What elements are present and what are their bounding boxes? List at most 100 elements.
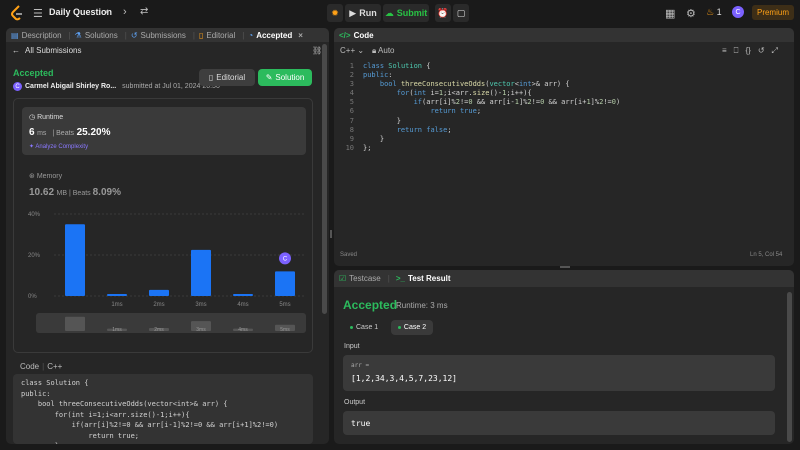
user-avatar[interactable]: C xyxy=(732,6,744,18)
test-scrollbar[interactable] xyxy=(787,292,792,442)
x-tick-label: 3ms xyxy=(195,302,206,308)
braces-icon[interactable]: {} xyxy=(745,46,750,56)
horizontal-resize-handle[interactable] xyxy=(560,266,570,268)
case-tab-1[interactable]: Case 1 xyxy=(346,320,382,335)
navigator-bar xyxy=(65,316,85,331)
code-toolbar: C++ ⌄ 🔒︎ Auto ≡ ⎕ {} ↺ ⤢ xyxy=(334,42,794,59)
line-numbers: 1 2 3 4 5 6 7 8 9 10 xyxy=(345,62,354,152)
cursor-position: Ln 5, Col 54 xyxy=(750,252,783,258)
leetcode-logo-icon[interactable] xyxy=(10,5,24,21)
submitted-code-header: Code | C++ xyxy=(20,362,63,371)
output-value: true xyxy=(351,419,371,428)
y-tick-label: 20% xyxy=(28,253,41,259)
post-solution-button[interactable]: ✎ Solution xyxy=(258,69,312,86)
code-icon: </> xyxy=(339,30,351,40)
x-tick-label: 2ms xyxy=(153,302,164,308)
beats-label: | Beats xyxy=(50,130,75,137)
runtime-label: ◷ Runtime xyxy=(29,114,64,121)
analyze-complexity-link[interactable]: ✦ Analyze Complexity xyxy=(29,143,88,150)
tab-testcase[interactable]: ☑ Testcase | xyxy=(339,274,390,283)
memory-label[interactable]: ⊛ Memory xyxy=(29,172,62,180)
navigator-label: 3ms xyxy=(196,327,206,333)
left-scrollbar[interactable] xyxy=(322,44,327,314)
chart-bar xyxy=(275,271,295,296)
autosave-mode[interactable]: 🔒︎ Auto xyxy=(372,46,395,56)
tab-accepted[interactable]: ◔ Accepted × xyxy=(248,31,303,40)
runtime-beats: 25.20% xyxy=(76,127,111,138)
submitted-code: class Solution { public: bool threeConse… xyxy=(13,374,313,444)
tab-solutions[interactable]: ⚗ Solutions | xyxy=(75,31,127,40)
code-tab-bar: </> Code xyxy=(334,28,794,42)
pass-dot-icon xyxy=(350,326,353,329)
premium-button[interactable]: Premium xyxy=(752,5,794,20)
close-tab-icon[interactable]: × xyxy=(298,31,303,40)
history-icon: ↺ xyxy=(130,30,138,40)
runtime-box[interactable]: ◷ Runtime 6 ms | Beats 25.20% ✦ Analyze … xyxy=(22,107,306,155)
test-tab-bar: ☑ Testcase | >_ Test Result xyxy=(334,270,794,287)
clock-icon: ◷ xyxy=(29,114,36,121)
reset-icon[interactable]: ↺ xyxy=(758,46,765,56)
my-submission-avatar-label: C xyxy=(283,256,288,262)
arrow-left-icon: ← xyxy=(12,46,20,55)
edit-icon: ✎ xyxy=(265,73,273,82)
save-status: Saved xyxy=(340,252,358,258)
fullscreen-icon[interactable]: ⤢ xyxy=(772,46,778,56)
tab-submissions[interactable]: ↺ Submissions | xyxy=(131,31,195,40)
editor-code[interactable]: class Solution { public: bool threeConse… xyxy=(363,62,620,153)
problem-list-icon[interactable]: ☰ xyxy=(33,7,43,20)
submit-button[interactable]: ☁ Submit xyxy=(383,4,429,22)
editorial-button[interactable]: ▯ Editorial xyxy=(199,69,255,86)
tab-code[interactable]: </> Code xyxy=(339,31,374,40)
shuffle-icon[interactable]: ⇄ xyxy=(140,6,148,17)
y-tick-label: 0% xyxy=(28,294,37,300)
language-select[interactable]: C++ ⌄ xyxy=(340,46,364,55)
navigator-label: 2ms xyxy=(154,327,164,333)
debug-button[interactable]: ✹ xyxy=(327,4,343,22)
input-box: arr = [1,2,34,3,4,5,7,23,12] xyxy=(343,355,775,391)
case-tab-2[interactable]: Case 2 xyxy=(391,320,433,335)
note-icon: ▢ xyxy=(456,7,466,18)
run-button[interactable]: ▶ Run xyxy=(345,4,381,22)
code-editor[interactable]: 1 2 3 4 5 6 7 8 9 10 class Solution { pu… xyxy=(334,62,794,242)
tab-description[interactable]: ▤ Description | xyxy=(11,31,71,40)
share-link-icon[interactable]: ⛓ xyxy=(312,46,322,55)
pass-dot-icon xyxy=(397,326,401,329)
prev-problem-icon[interactable]: ‹ xyxy=(105,6,109,18)
notes-button[interactable]: ▢ xyxy=(453,4,469,22)
next-problem-icon[interactable]: › xyxy=(123,6,127,18)
top-bar: ☰ Daily Question ‹ › ⇄ ✹ ▶ Run ☁ Submit ⏰ … xyxy=(0,0,800,26)
tab-test-result[interactable]: >_ Test Result xyxy=(396,274,451,283)
check-circle-icon: ◔ xyxy=(248,30,254,40)
input-label: Input xyxy=(344,343,360,350)
x-tick-label: 1ms xyxy=(111,302,122,308)
output-label: Output xyxy=(344,399,366,406)
tab-editorial[interactable]: ▯ Editorial | xyxy=(199,31,244,40)
format-icon[interactable]: ≡ xyxy=(722,46,727,56)
runtime-distribution-chart: 40% 20% 0% 1ms 2ms 3ms 4ms 5ms C 1ms 2ms 3ms 4ms 5ms xyxy=(28,212,306,333)
output-box: true xyxy=(343,411,775,435)
book-icon: ▯ xyxy=(208,73,214,82)
author-name[interactable]: Carmel Abigail Shirley Ro... xyxy=(25,83,116,90)
layout-icon[interactable]: ▦ xyxy=(665,7,675,20)
timer-button[interactable]: ⏰ xyxy=(435,4,451,22)
test-panel: ☑ Testcase | >_ Test Result Accepted Runtim… xyxy=(334,270,794,444)
chart-bar xyxy=(65,224,85,296)
sparkle-icon: ✦ xyxy=(29,144,35,150)
lock-icon: 🔒︎ xyxy=(372,46,377,55)
gear-icon[interactable]: ⚙ xyxy=(686,7,696,20)
book-icon: ▯ xyxy=(198,30,204,40)
memory-chip-icon: ⊛ xyxy=(29,173,35,180)
submission-status: Accepted xyxy=(13,68,54,78)
left-tab-bar: ▤ Description | ⚗ Solutions | ↺ Submissions | … xyxy=(6,28,329,42)
vertical-resize-handle[interactable] xyxy=(330,230,332,238)
chart-bar xyxy=(191,249,211,296)
all-submissions-link[interactable]: ← All Submissions xyxy=(6,46,81,55)
code-panel: </> Code C++ ⌄ 🔒︎ Auto ≡ ⎕ {} ↺ ⤢ 1 2 3 4… xyxy=(334,28,794,266)
streak-counter[interactable]: ♨ 1 xyxy=(706,7,722,18)
problem-list-title[interactable]: Daily Question xyxy=(49,7,112,17)
fire-icon: ♨ xyxy=(706,7,715,17)
cloud-upload-icon: ☁ xyxy=(384,7,394,18)
bookmark-icon[interactable]: ⎕ xyxy=(734,46,739,56)
input-value: [1,2,34,3,4,5,7,23,12] xyxy=(351,374,457,383)
runtime-value: 6 ms | Beats 25.20% xyxy=(29,127,111,138)
